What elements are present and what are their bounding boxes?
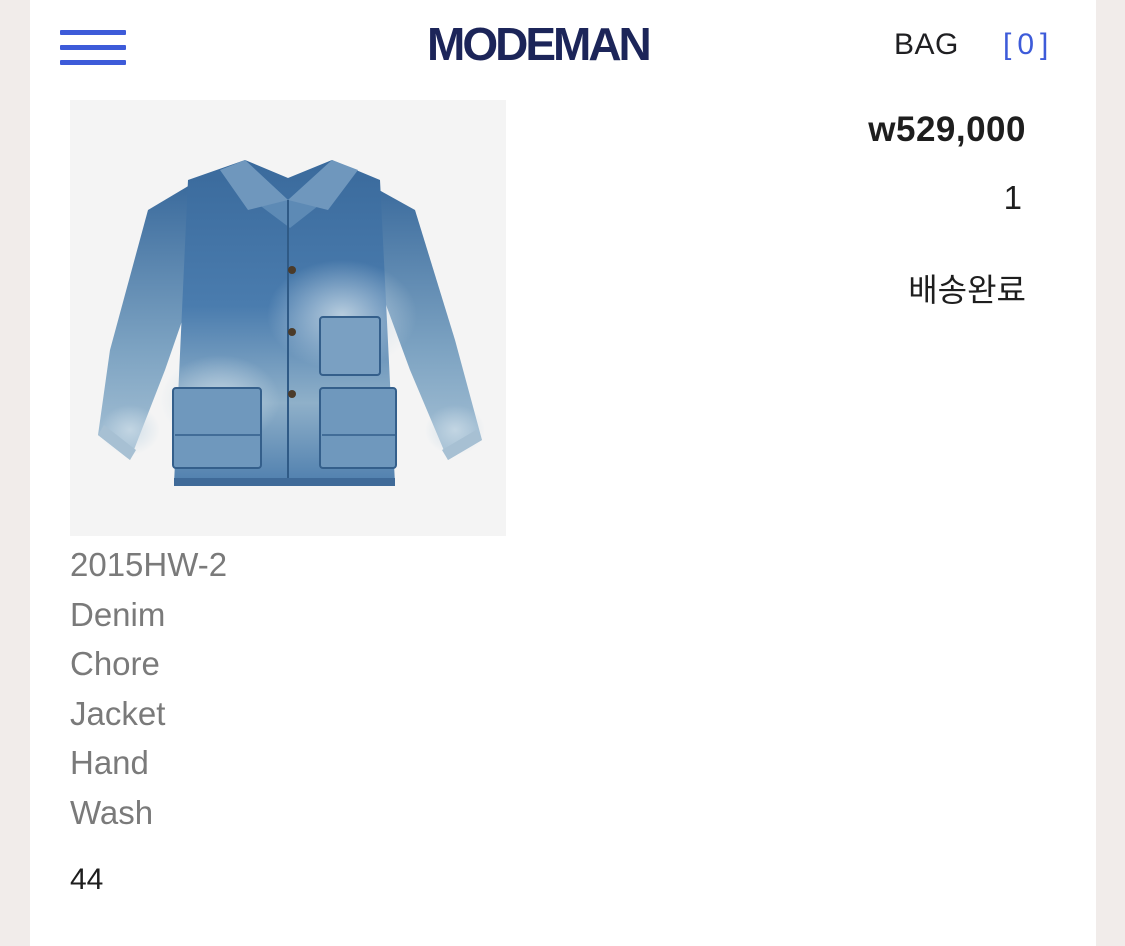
order-detail-page: MODEMAN BAG [0] 2015HW-2 Denim Chore Jac… bbox=[30, 0, 1096, 946]
product-quantity: 1 bbox=[1003, 179, 1022, 216]
bag-count-badge[interactable]: [0] bbox=[1003, 25, 1054, 65]
site-logo[interactable]: MODEMAN bbox=[427, 18, 652, 70]
product-image[interactable] bbox=[70, 100, 506, 536]
menu-line-bottom bbox=[60, 60, 126, 65]
menu-line-top bbox=[60, 30, 126, 35]
delivery-status: 배송완료 bbox=[908, 271, 1026, 309]
site-header: MODEMAN BAG [0] bbox=[30, 0, 1096, 92]
product-size: 44 bbox=[70, 863, 104, 896]
product-name[interactable]: 2015HW-2 Denim Chore Jacket Hand Wash bbox=[70, 540, 300, 837]
denim-jacket-image bbox=[98, 160, 485, 486]
product-price: w529,000 bbox=[868, 110, 1026, 149]
menu-line-middle bbox=[60, 45, 126, 50]
hamburger-menu-icon[interactable] bbox=[58, 28, 128, 68]
bag-link[interactable]: BAG bbox=[894, 25, 959, 65]
